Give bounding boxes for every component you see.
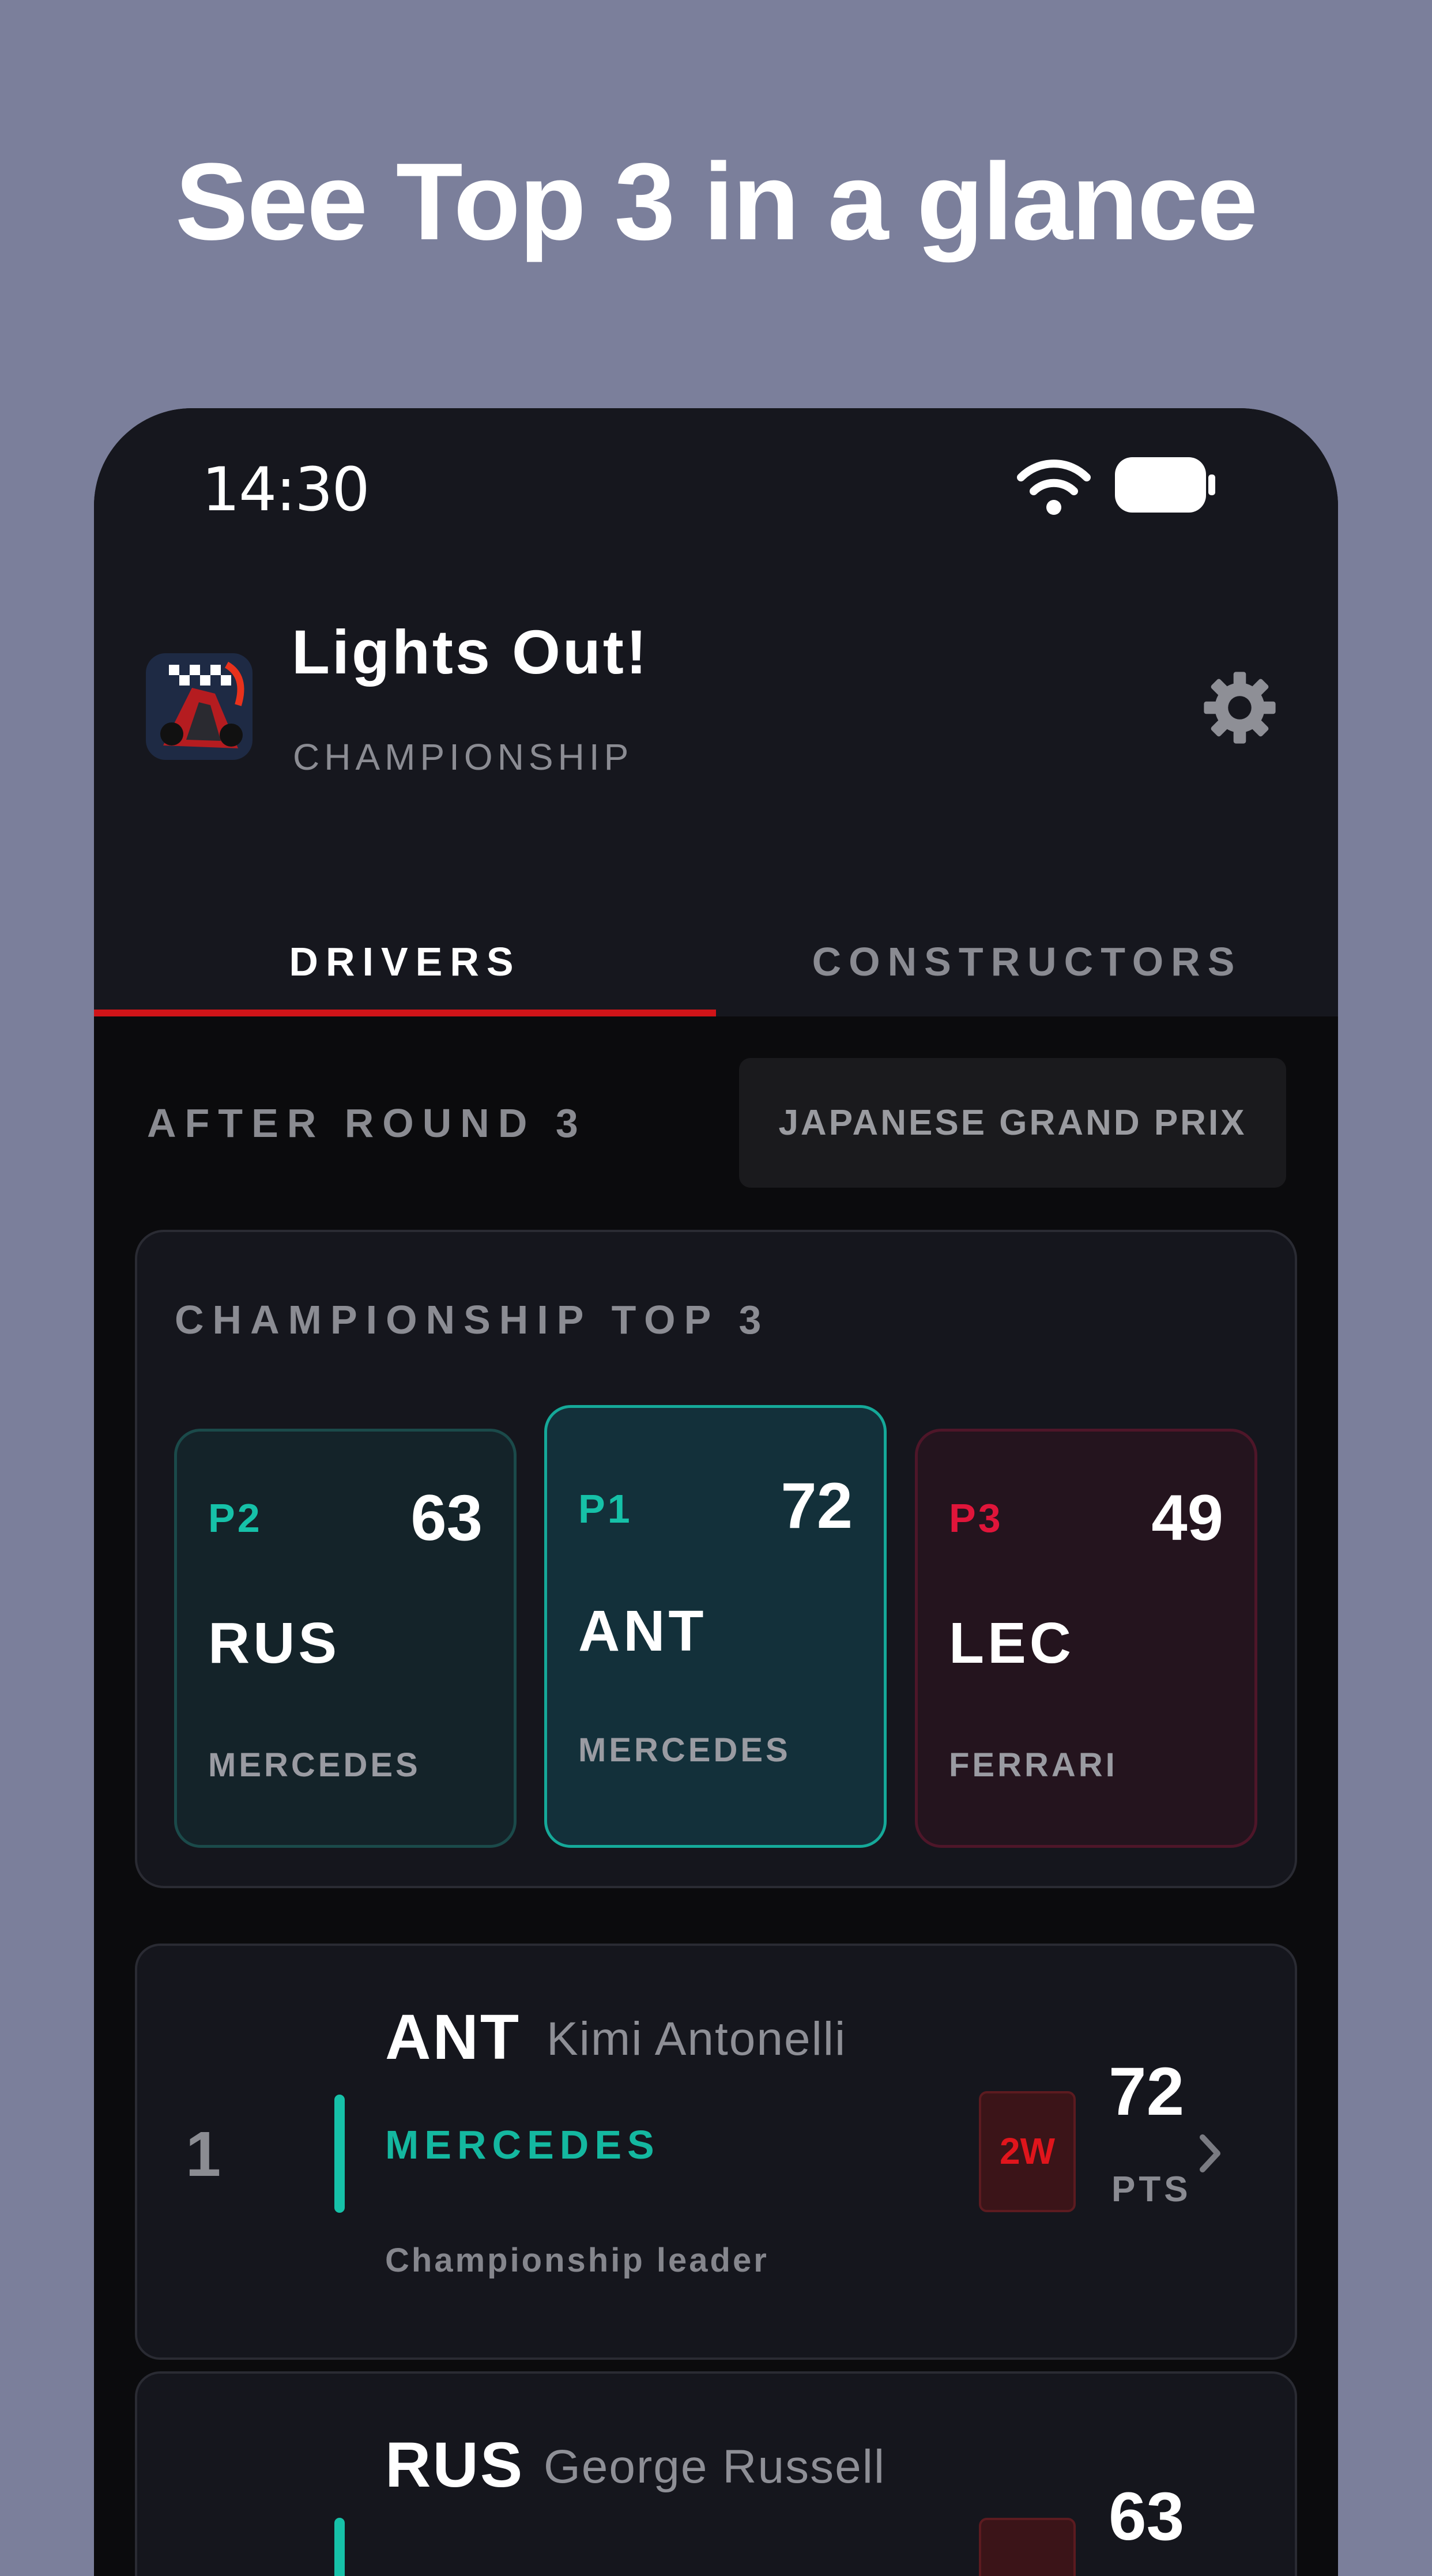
podium-points: 49 <box>1151 1482 1223 1554</box>
standings-row[interactable]: RUS George Russell 63 <box>135 2371 1297 2576</box>
phone-screen: 14:30 Lights Out! CHAMPIONSHIP DRIVERS C… <box>94 408 1338 2576</box>
tab-drivers[interactable]: DRIVERS <box>94 910 716 1016</box>
podium-position: P3 <box>949 1496 1003 1541</box>
podium-team: MERCEDES <box>208 1746 421 1784</box>
gear-icon[interactable] <box>1201 669 1279 747</box>
driver-name: Kimi Antonelli <box>547 2013 847 2065</box>
marketing-headline: See Top 3 in a glance <box>175 141 1258 263</box>
app-title: Lights Out! <box>292 617 649 687</box>
status-time: 14:30 <box>202 454 370 525</box>
top3-card: CHAMPIONSHIP TOP 3 P2 63 RUS MERCEDES P1… <box>135 1230 1297 1888</box>
standings-row[interactable]: 1 ANT Kimi Antonelli MERCEDES Championsh… <box>135 1944 1297 2360</box>
round-label: AFTER ROUND 3 <box>147 1101 587 1146</box>
driver-code: RUS <box>385 2430 525 2500</box>
driver-points: 72 <box>1109 2054 1185 2130</box>
podium-team: MERCEDES <box>578 1731 791 1769</box>
podium-points: 63 <box>410 1482 483 1554</box>
tab-constructors[interactable]: CONSTRUCTORS <box>716 910 1338 1016</box>
wins-badge: 2W <box>979 2091 1076 2212</box>
chevron-right-icon <box>1200 2134 1220 2172</box>
standing-rank: 1 <box>186 2119 221 2190</box>
wifi-icon <box>1017 460 1091 515</box>
points-label: PTS <box>1111 2170 1192 2209</box>
podium-p2-card[interactable]: P2 63 RUS MERCEDES <box>174 1429 517 1848</box>
driver-code: ANT <box>385 2002 521 2073</box>
podium-p1-card[interactable]: P1 72 ANT MERCEDES <box>544 1405 887 1848</box>
podium-position: P2 <box>208 1496 262 1541</box>
top3-title: CHAMPIONSHIP TOP 3 <box>175 1297 770 1342</box>
app-logo <box>146 653 253 760</box>
app-subtitle: CHAMPIONSHIP <box>293 736 634 778</box>
podium-driver-code: LEC <box>949 1611 1075 1675</box>
team-color-bar <box>334 2518 345 2576</box>
podium-driver-code: ANT <box>578 1599 707 1663</box>
podium-p3-card[interactable]: P3 49 LEC FERRARI <box>915 1429 1257 1848</box>
driver-name: George Russell <box>544 2441 886 2493</box>
podium-points: 72 <box>781 1470 853 1542</box>
team-color-bar <box>334 2095 345 2213</box>
podium-team: FERRARI <box>949 1746 1118 1784</box>
grand-prix-selector[interactable]: JAPANESE GRAND PRIX <box>739 1058 1286 1188</box>
wins-badge <box>979 2518 1076 2576</box>
driver-team: MERCEDES <box>385 2122 660 2167</box>
driver-points: 63 <box>1109 2479 1185 2555</box>
podium-position: P1 <box>578 1486 632 1531</box>
podium-driver-code: RUS <box>208 1611 341 1675</box>
top-app-bar: 14:30 Lights Out! CHAMPIONSHIP DRIVERS C… <box>94 408 1338 1016</box>
leader-note: Championship leader <box>385 2242 769 2279</box>
battery-icon <box>1115 457 1215 513</box>
